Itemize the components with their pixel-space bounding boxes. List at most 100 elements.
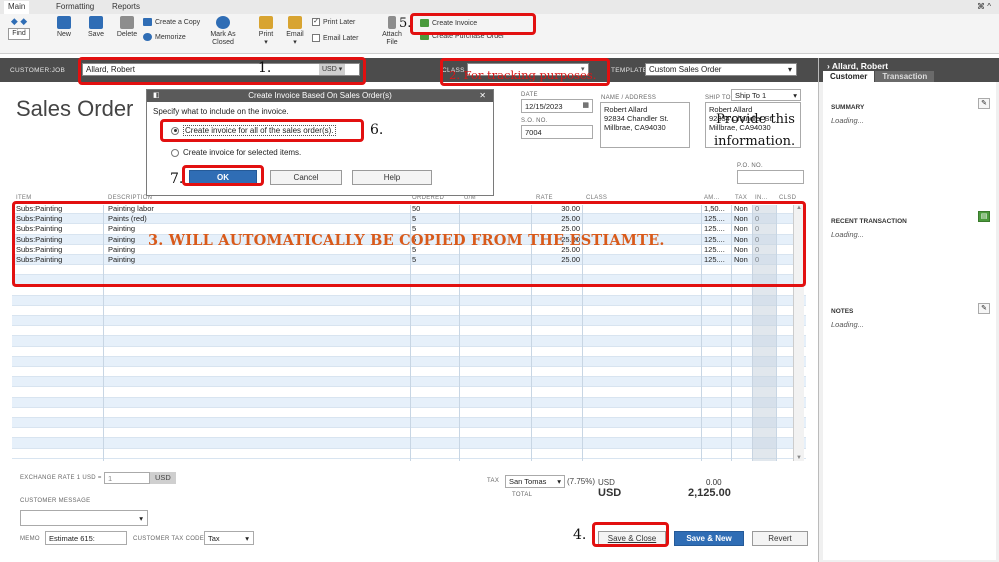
create-copy-label: Create a Copy (155, 18, 201, 26)
date-label: DATE (521, 92, 538, 98)
window-controls[interactable]: ⌘ ^ (977, 2, 991, 11)
help-label: Help (383, 173, 401, 182)
print-later-checkbox[interactable]: ✓ Print Later (312, 18, 355, 26)
create-copy-button[interactable]: Create a Copy (143, 18, 200, 26)
scroll-down-icon[interactable]: ▼ (794, 455, 804, 461)
ship-to-label: SHIP TO (705, 95, 731, 101)
annotation-box-save-close (592, 522, 669, 547)
table-row[interactable] (12, 428, 806, 439)
tab-formatting[interactable]: Formatting (56, 2, 94, 11)
print-dropdown-icon: ▾ (264, 39, 268, 46)
radio-unselected-icon (171, 148, 179, 157)
so-number-value: 7004 (525, 128, 542, 137)
cancel-button[interactable]: Cancel (270, 170, 342, 185)
report-icon[interactable]: ▤ (978, 211, 990, 222)
print-label: Print (258, 31, 274, 38)
arrows-icon: ◆ ◆ (10, 16, 28, 26)
email-button[interactable]: Email ▾ (282, 16, 308, 47)
date-field[interactable]: 12/15/2023 ▦ (521, 99, 593, 113)
tab-customer[interactable]: Customer (823, 71, 875, 82)
table-row[interactable] (12, 417, 806, 429)
exchange-rate-value: 1 (108, 474, 113, 483)
table-row[interactable] (12, 408, 806, 418)
notes-heading: NOTES (831, 308, 854, 315)
table-row[interactable] (12, 336, 806, 347)
po-number-label: P.O. NO. (737, 163, 763, 169)
paperclip-icon (388, 16, 396, 29)
memo-label: MEMO (20, 536, 40, 542)
save-button[interactable]: Save (82, 16, 110, 39)
new-label: New (56, 31, 71, 38)
mark-as-closed-button[interactable]: Mark As Closed (206, 16, 240, 47)
revert-button[interactable]: Revert (752, 531, 808, 546)
delete-button[interactable]: Delete (112, 16, 142, 39)
print-later-label: Print Later (323, 18, 356, 26)
notes-pencil-icon[interactable]: ✎ (978, 303, 990, 314)
calendar-icon[interactable]: ▦ (582, 101, 589, 110)
annotation-step-2: 2. For tracking purposes. (449, 68, 597, 82)
dialog-titlebar: ◧ Create Invoice Based On Sales Order(s)… (147, 90, 493, 102)
table-row[interactable] (12, 377, 806, 388)
print-button[interactable]: Print ▾ (254, 16, 278, 47)
so-number-field[interactable]: 7004 (521, 125, 593, 139)
annotation-step-7: 7. (170, 171, 184, 187)
summary-heading: SUMMARY (831, 104, 865, 111)
annotation-step-5: 5. (399, 16, 412, 31)
close-icon[interactable]: ✕ (479, 90, 486, 102)
exchange-rate-field[interactable]: 1 (104, 472, 150, 484)
customer-message-dropdown[interactable]: ▾ (20, 510, 148, 526)
table-row[interactable] (12, 295, 806, 306)
edit-pencil-icon[interactable]: ✎ (978, 98, 990, 109)
exchange-rate-label: EXCHANGE RATE 1 USD = (20, 475, 102, 481)
save-new-button[interactable]: Save & New (674, 531, 744, 546)
address-line-1: Robert Allard (604, 105, 648, 114)
tab-reports[interactable]: Reports (112, 2, 140, 11)
option-selected-label: Create invoice for selected items. (183, 148, 302, 157)
message-dropdown-icon: ▾ (139, 514, 143, 523)
copy-icon (143, 18, 152, 26)
table-row[interactable] (12, 306, 806, 317)
table-row[interactable] (12, 387, 806, 398)
table-row[interactable] (12, 367, 806, 378)
memo-field[interactable]: Estimate 615: (45, 531, 127, 545)
total-label: TOTAL (512, 492, 533, 498)
ship-to-dropdown[interactable]: Ship To 1 ▾ (731, 89, 801, 101)
template-dropdown[interactable]: Custom Sales Order ▾ (645, 63, 797, 76)
option-selected-radio[interactable]: Create invoice for selected items. (171, 148, 301, 157)
table-row[interactable] (12, 347, 806, 357)
memorize-icon (143, 33, 152, 41)
total-amount: 2,125.00 (688, 487, 731, 499)
tax-item-dropdown[interactable]: San Tomas ▾ (505, 475, 565, 488)
tab-main[interactable]: Main (4, 1, 30, 14)
email-later-checkbox[interactable]: Email Later (312, 34, 358, 42)
recent-loading: Loading... (831, 230, 864, 239)
name-address-field[interactable]: Robert Allard 92834 Chandler St. Millbra… (600, 102, 690, 148)
tax-currency: USD (598, 478, 615, 487)
revert-label: Revert (768, 534, 792, 543)
new-button[interactable]: New (50, 16, 78, 39)
date-value: 12/15/2023 (525, 102, 563, 111)
table-row[interactable] (12, 356, 806, 367)
table-row[interactable] (12, 449, 806, 459)
table-row[interactable] (12, 438, 806, 449)
template-dropdown-icon: ▾ (787, 65, 792, 74)
chevron-right-icon[interactable]: › (827, 61, 830, 71)
table-row[interactable] (12, 326, 806, 337)
email-dropdown-icon: ▾ (293, 39, 297, 46)
table-row[interactable] (12, 316, 806, 327)
printer-icon (259, 16, 273, 29)
memorize-button[interactable]: Memorize (143, 33, 186, 41)
tax-code-dropdown[interactable]: Tax ▾ (204, 531, 254, 545)
tab-transaction[interactable]: Transaction (875, 71, 935, 82)
find-button[interactable]: ◆ ◆ Find (6, 16, 32, 40)
dialog-title: Create Invoice Based On Sales Order(s) (248, 91, 392, 100)
template-value: Custom Sales Order (649, 65, 722, 74)
table-row[interactable] (12, 286, 806, 296)
help-button[interactable]: Help (352, 170, 432, 185)
tax-code-value: Tax (208, 534, 220, 543)
attach-label: Attach (382, 31, 402, 38)
template-label: TEMPLATE (611, 67, 648, 74)
annotation-box-create-invoice (410, 13, 536, 35)
po-number-field[interactable] (737, 170, 804, 184)
table-row[interactable] (12, 397, 806, 408)
